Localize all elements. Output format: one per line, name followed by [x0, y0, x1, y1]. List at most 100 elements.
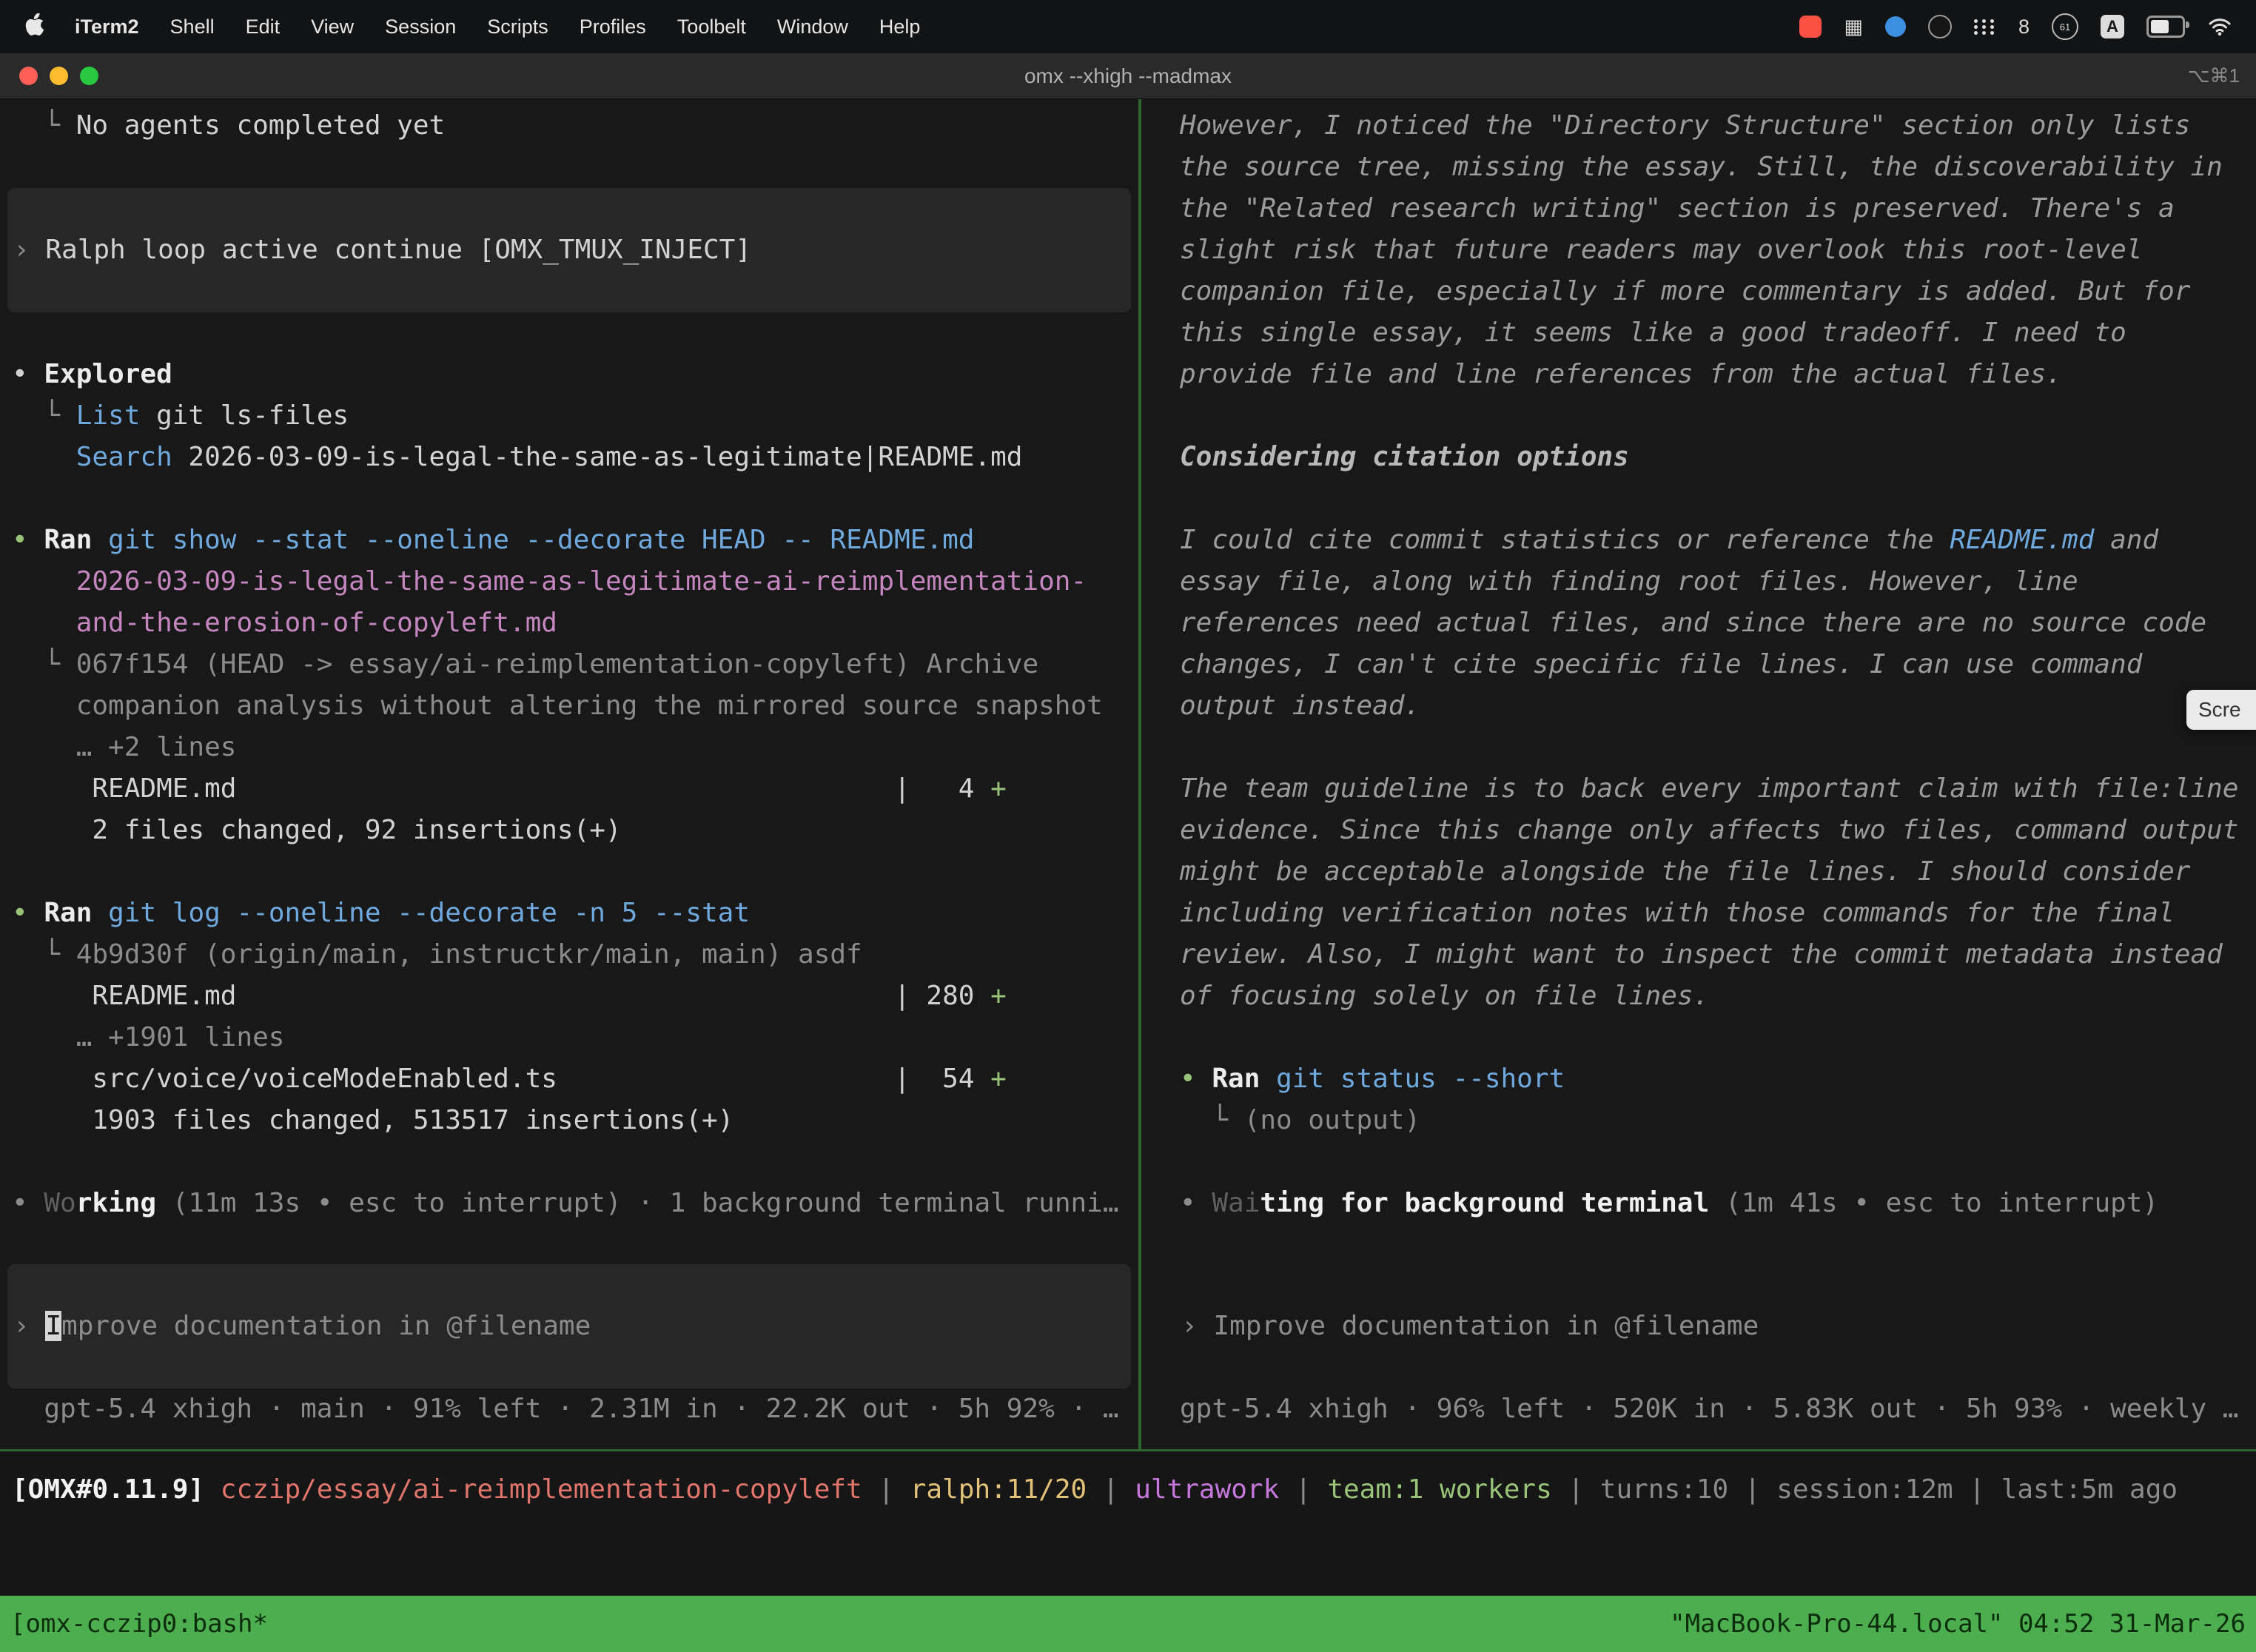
terminal-line — [1141, 1141, 2256, 1183]
window-shortcut-badge: ⌥⌘1 — [2188, 64, 2256, 87]
text-segment: 4b9d30f (origin/main, instructkr/main, m… — [76, 939, 862, 970]
text-segment: essay file, along with finding root file… — [1180, 566, 2078, 597]
omx-status-segment: cczip/essay/ai-reimplementation-copyleft — [221, 1474, 862, 1505]
terminal-line: evidence. Since this change only affects… — [1141, 810, 2256, 851]
right-pane-bottom: › Improve documentation in @filenamegpt-… — [1141, 1264, 2256, 1430]
menu-item-view[interactable]: View — [295, 16, 369, 38]
terminal-line: review. Also, I might want to inspect th… — [1141, 934, 2256, 976]
menu-status-icons: ▦ 8 61 A — [1799, 13, 2235, 40]
dark-app-icon[interactable] — [1928, 15, 1952, 38]
terminal-line: └ 4b9d30f (origin/main, instructkr/main,… — [0, 934, 1138, 976]
omx-status-segment: ralph:11/20 — [910, 1474, 1087, 1505]
omx-status-segment: | — [1279, 1474, 1327, 1505]
terminal-line: provide file and line references from th… — [1141, 354, 2256, 395]
omx-status-segment: turns:10 — [1600, 1474, 1728, 1505]
terminal-line: I could cite commit statistics or refere… — [1141, 520, 2256, 561]
terminal-line: 1903 files changed, 513517 insertions(+) — [0, 1100, 1138, 1141]
text-segment: git ls-files — [140, 400, 349, 431]
terminal-line — [0, 312, 1138, 354]
window-layout-icon[interactable]: ▦ — [1844, 16, 1863, 38]
traffic-lights — [0, 67, 98, 85]
blue-app-icon[interactable] — [1885, 16, 1906, 37]
text-segment: • — [12, 898, 44, 928]
menu-item-scripts[interactable]: Scripts — [471, 16, 564, 38]
terminal-line: • Ran git status --short — [1141, 1058, 2256, 1100]
menu-item-edit[interactable]: Edit — [230, 16, 296, 38]
menu-items: iTerm2ShellEditViewSessionScriptsProfile… — [59, 16, 936, 38]
menu-item-help[interactable]: Help — [864, 16, 936, 38]
text-segment: • — [12, 525, 44, 555]
battery-icon[interactable] — [2146, 16, 2185, 38]
menu-item-iterm2[interactable]: iTerm2 — [59, 16, 155, 38]
omx-status-segment: session:12m — [1776, 1474, 1953, 1505]
text-segment: README.md | 4 — [12, 773, 990, 804]
minimize-button[interactable] — [50, 67, 68, 85]
terminal-line: essay file, along with finding root file… — [1141, 561, 2256, 602]
terminal-line — [1141, 395, 2256, 437]
text-segment — [12, 566, 76, 597]
terminal-line: src/voice/voiceModeEnabled.ts | 54 + — [0, 1058, 1138, 1100]
left-terminal-pane[interactable]: └ No agents completed yet› Ralph loop ac… — [0, 99, 1138, 1449]
macos-menu-bar: iTerm2ShellEditViewSessionScriptsProfile… — [0, 0, 2256, 53]
text-segment: Ran — [44, 525, 92, 555]
text-segment: + — [990, 981, 1007, 1011]
text-segment: changes, I can't cite specific file line… — [1180, 649, 2142, 679]
terminal-line: 2 files changed, 92 insertions(+) — [0, 810, 1138, 851]
text-segment: No agents completed yet — [76, 110, 446, 141]
right-prompt-input[interactable]: › Improve documentation in @filename — [1149, 1264, 2249, 1389]
terminal-line: └ List git ls-files — [0, 395, 1138, 437]
app-grid-icon[interactable] — [1974, 19, 1996, 35]
close-button[interactable] — [19, 67, 38, 85]
text-segment: └ — [12, 110, 76, 141]
omx-status-segment: | — [1087, 1474, 1135, 1505]
text-segment: slight risk that future readers may over… — [1180, 235, 2142, 265]
text-segment: git show --stat --oneline --decorate HEA… — [108, 525, 974, 555]
apple-menu[interactable] — [21, 13, 59, 41]
terminal-line: might be acceptable alongside the file l… — [1141, 851, 2256, 893]
meter-badge-icon[interactable]: 61 — [2052, 13, 2078, 40]
text-segment: Explored — [44, 359, 172, 389]
terminal-line — [1141, 1017, 2256, 1058]
keyboard-widget-icon[interactable]: 8 — [2018, 16, 2030, 38]
terminal-line: the source tree, missing the essay. Stil… — [1141, 147, 2256, 188]
screen-recording-stop-icon[interactable] — [1799, 16, 1822, 38]
menu-item-profiles[interactable]: Profiles — [564, 16, 662, 38]
menu-item-toolbelt[interactable]: Toolbelt — [662, 16, 762, 38]
terminal-line — [1141, 478, 2256, 520]
menu-item-session[interactable]: Session — [369, 16, 471, 38]
text-segment: and — [2094, 525, 2158, 555]
text-segment: companion file, especially if more comme… — [1180, 276, 2190, 306]
text-segment: 2026-03-09-is-legal-the-same-as-legitima… — [76, 566, 1087, 597]
text-segment — [92, 898, 108, 928]
terminal-line: └ 067f154 (HEAD -> essay/ai-reimplementa… — [0, 644, 1138, 685]
text-segment: Ran — [1212, 1064, 1260, 1094]
text-segment: Ran — [44, 898, 92, 928]
terminal-line: • Explored — [0, 354, 1138, 395]
input-source-icon[interactable]: A — [2101, 15, 2124, 38]
apple-icon — [25, 13, 44, 41]
window-title-bar[interactable]: omx --xhigh --madmax ⌥⌘1 — [0, 53, 2256, 99]
terminal-line: • Waiting for background terminal (1m 41… — [1141, 1183, 2256, 1224]
wifi-icon[interactable] — [2207, 17, 2232, 36]
terminal-line: and-the-erosion-of-copyleft.md — [0, 602, 1138, 644]
text-segment — [12, 442, 76, 472]
terminal-line: • Ran git log --oneline --decorate -n 5 … — [0, 893, 1138, 934]
text-segment: └ — [1180, 1105, 1244, 1135]
menu-item-shell[interactable]: Shell — [155, 16, 230, 38]
text-segment: might be acceptable alongside the file l… — [1180, 856, 2190, 887]
terminal-line — [0, 478, 1138, 520]
terminal-area: └ No agents completed yet› Ralph loop ac… — [0, 99, 2256, 1449]
left-prompt-input[interactable]: › Improve documentation in @filename — [7, 1264, 1131, 1389]
right-terminal-pane[interactable]: However, I noticed the "Directory Struct… — [1141, 99, 2256, 1449]
omx-status-segment: | — [1953, 1474, 2001, 1505]
zoom-button[interactable] — [80, 67, 98, 85]
text-segment: review. Also, I might want to inspect th… — [1180, 939, 2223, 970]
menu-item-window[interactable]: Window — [762, 16, 864, 38]
screen-share-popover[interactable]: Scre — [2186, 690, 2256, 730]
text-segment: Considering citation options — [1180, 442, 1629, 472]
text-segment: 1903 files changed, 513517 insertions(+) — [12, 1105, 733, 1135]
omx-status-segment: team:1 workers — [1327, 1474, 1551, 1505]
text-segment: ting for background terminal — [1260, 1188, 1709, 1218]
terminal-line: changes, I can't cite specific file line… — [1141, 644, 2256, 685]
text-segment: 067f154 (HEAD -> essay/ai-reimplementati… — [76, 649, 1038, 679]
